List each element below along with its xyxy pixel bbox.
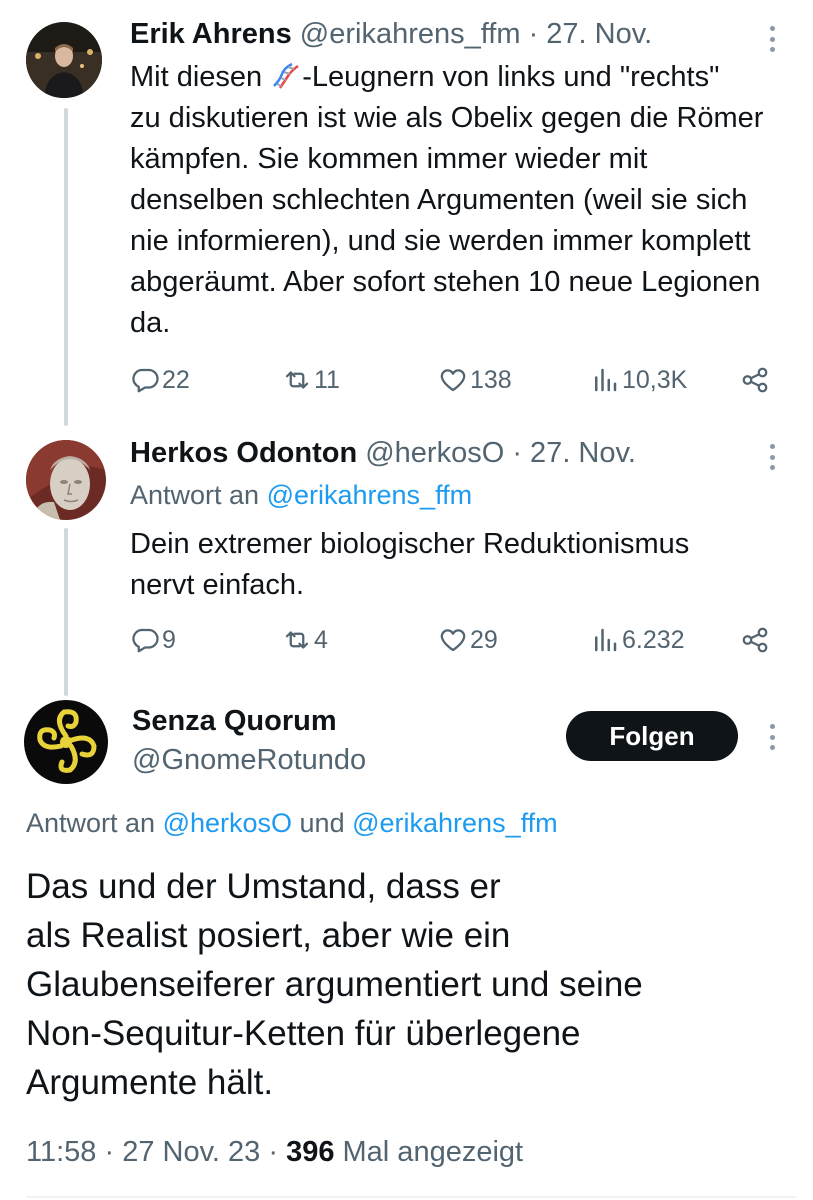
tweet-text: Mit diesen -Leugnern von links und "rech… — [130, 60, 764, 339]
heart-icon — [440, 369, 466, 392]
tweet-header: Erik Ahrens @erikahrens_ffm · 27. Nov. — [130, 18, 652, 51]
thread-line — [64, 528, 68, 696]
main-user-handle[interactable]: @GnomeRotundo — [132, 744, 366, 777]
reply-button[interactable]: 22 — [130, 362, 190, 398]
more-options-icon[interactable] — [762, 722, 782, 752]
tweet-header: Herkos Odonton @herkosO · 27. Nov. — [130, 437, 636, 470]
retweet-button[interactable]: 11 — [282, 362, 340, 398]
reply-icon — [132, 368, 159, 393]
avatar[interactable] — [26, 22, 102, 98]
retweet-icon — [285, 631, 309, 649]
view-count: 6.232 — [622, 625, 685, 654]
display-name[interactable]: Herkos Odonton — [130, 437, 357, 469]
heart-icon — [440, 629, 466, 652]
display-name[interactable]: Erik Ahrens — [130, 18, 292, 50]
mention-link[interactable]: @erikahrens_ffm — [267, 480, 473, 510]
views-button[interactable]: 6.232 — [590, 622, 685, 658]
views-chart-icon — [595, 368, 617, 392]
avatar[interactable] — [24, 700, 108, 784]
reply-count: 9 — [162, 625, 176, 654]
reply-context: Antwort an @erikahrens_ffm — [130, 480, 473, 510]
user-handle[interactable]: @herkosO — [365, 437, 504, 469]
divider — [26, 1196, 796, 1198]
user-handle[interactable]: @erikahrens_ffm — [300, 18, 521, 50]
view-count: 396 — [286, 1136, 335, 1168]
main-display-name[interactable]: Senza Quorum — [132, 705, 337, 738]
views-chart-icon — [595, 628, 617, 652]
mention-link[interactable]: @herkosO — [163, 808, 292, 838]
tweet-text: Dein extremer biologischer Reduktionismu… — [130, 528, 690, 601]
reply-count: 22 — [162, 365, 190, 394]
dna-emoji-icon — [270, 60, 302, 90]
like-count: 29 — [470, 625, 498, 654]
retweet-count: 4 — [314, 625, 328, 654]
views-button[interactable]: 10,3K — [590, 362, 687, 398]
more-options-icon[interactable] — [762, 24, 782, 54]
retweet-button[interactable]: 4 — [282, 622, 328, 658]
avatar[interactable] — [26, 440, 106, 520]
thread-line — [64, 108, 68, 426]
share-icon — [742, 367, 768, 393]
follow-button[interactable]: Folgen — [566, 711, 738, 761]
reply-button[interactable]: 9 — [130, 622, 176, 658]
retweet-icon — [285, 371, 309, 389]
like-button[interactable]: 29 — [438, 622, 498, 658]
tweet-timestamp-footer: 11:58 · 27 Nov. 23 · 396 Mal angezeigt — [26, 1136, 524, 1168]
like-count: 138 — [470, 365, 512, 394]
share-button[interactable] — [740, 362, 772, 398]
mention-link[interactable]: @erikahrens_ffm — [352, 808, 558, 838]
tweet-date[interactable]: · 27. Nov. — [529, 18, 653, 50]
share-button[interactable] — [740, 622, 772, 658]
tweet-time[interactable]: 11:58 · 27 Nov. 23 · — [26, 1136, 286, 1168]
like-button[interactable]: 138 — [438, 362, 512, 398]
share-icon — [742, 627, 768, 653]
tweet-actions: 22 11 138 10,3K — [130, 362, 780, 398]
tweet-date[interactable]: · 27. Nov. — [512, 437, 636, 469]
retweet-count: 11 — [314, 365, 340, 394]
reply-icon — [132, 628, 159, 653]
more-options-icon[interactable] — [762, 442, 782, 472]
reply-context: Antwort an @herkosO und @erikahrens_ffm — [26, 808, 558, 838]
main-tweet-text: Das und der Umstand, dass er als Realist… — [26, 867, 643, 1102]
tweet-actions: 9 4 29 6.232 — [130, 622, 780, 658]
view-count: 10,3K — [622, 365, 688, 394]
